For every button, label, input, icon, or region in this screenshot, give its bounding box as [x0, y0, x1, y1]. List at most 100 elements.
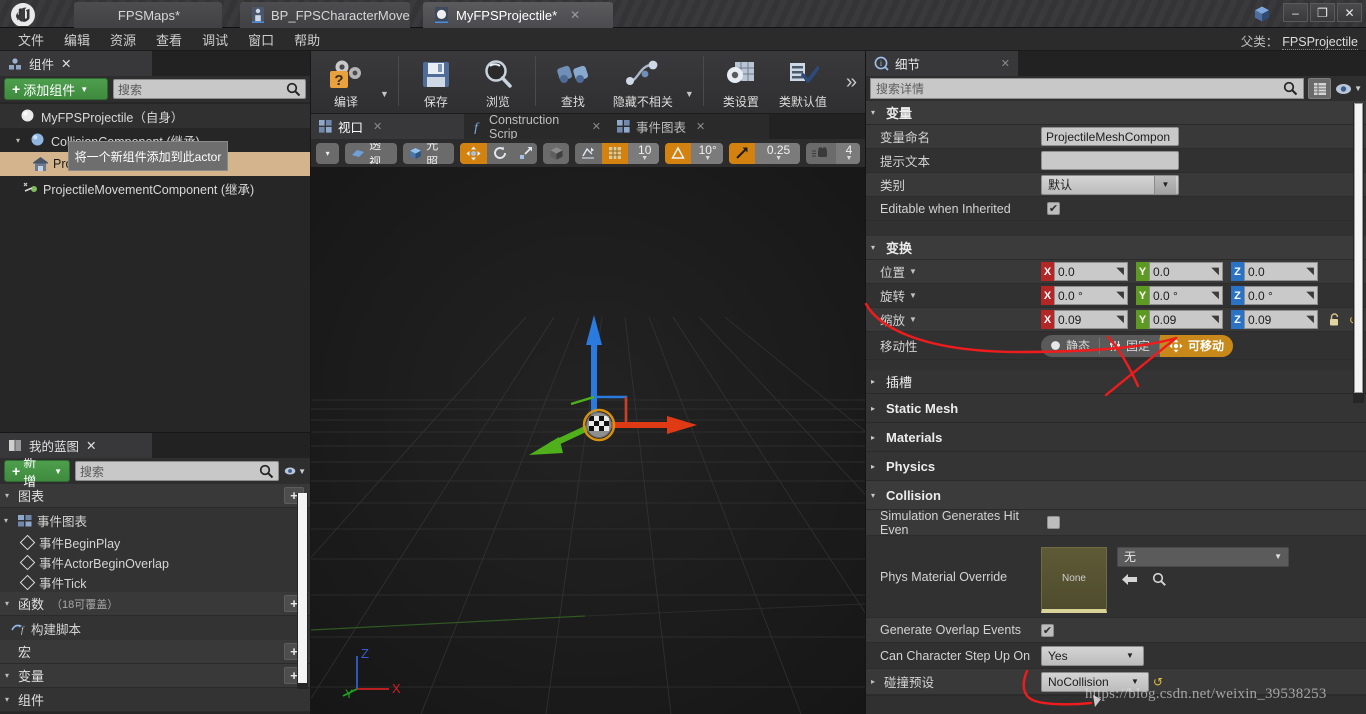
expander-icon[interactable]: ▾ [5, 671, 14, 680]
spinner-icon[interactable]: ◥ [1211, 314, 1219, 325]
surface-snap-icon[interactable] [575, 143, 602, 164]
mb-category-macros[interactable]: 宏 + [0, 640, 310, 664]
expander-icon[interactable]: ▸ [871, 677, 880, 686]
menu-item-edit[interactable]: 编辑 [54, 28, 100, 51]
class-settings-button[interactable]: 类设置 [710, 51, 772, 111]
rotation-z[interactable]: Z 0.0 ° ◥ [1231, 286, 1318, 305]
move-gizmo-icon[interactable] [460, 142, 488, 164]
rotate-gizmo-icon[interactable] [487, 143, 513, 164]
add-new-button[interactable]: + 新增 ▼ [4, 455, 70, 489]
location-z[interactable]: Z 0.0 ◥ [1231, 262, 1318, 281]
expander-icon[interactable]: ▸ [871, 433, 881, 442]
browse-button[interactable]: 浏览 [467, 51, 529, 111]
expander-icon[interactable]: ▾ [4, 516, 13, 525]
tree-row[interactable]: ProjectileMovementComponent (继承) [0, 176, 310, 200]
section-header-collision[interactable]: ▾ Collision [866, 481, 1366, 510]
mb-category-functions[interactable]: ▾ 函数 （18可覆盖） + [0, 592, 310, 616]
save-button[interactable]: 保存 [405, 51, 467, 111]
scrollbar-thumb[interactable] [1354, 103, 1363, 393]
window-tab-fpsmaps[interactable]: FPSMaps* [74, 2, 222, 28]
perspective-button[interactable]: 透视 [345, 142, 398, 164]
compile-button[interactable]: ? 编译 [315, 51, 377, 111]
toolbar-overflow-button[interactable]: » [846, 71, 865, 94]
tree-row[interactable]: MyFPSProjectile（自身） [0, 104, 310, 128]
spinner-icon[interactable]: ◥ [1306, 290, 1314, 301]
close-icon[interactable]: ✕ [592, 120, 601, 133]
phys-material-thumbnail[interactable]: None [1041, 546, 1107, 613]
angle-snap-value[interactable]: 10° ▼ [690, 142, 723, 164]
scale-gizmo-icon[interactable] [513, 143, 536, 164]
section-header-physics[interactable]: ▸ Physics [866, 452, 1366, 481]
section-header-sockets[interactable]: ▸ 插槽 [866, 370, 1366, 394]
tab-viewport[interactable]: 视口 ✕ [311, 114, 464, 139]
grid-snap-value[interactable]: 10 ▼ [627, 142, 659, 164]
scale-snap-icon[interactable] [728, 142, 755, 164]
angle-icon[interactable] [664, 142, 691, 164]
scale-y[interactable]: Y 0.09 ◥ [1136, 310, 1223, 329]
scale-x[interactable]: X 0.09 ◥ [1041, 310, 1128, 329]
phys-material-combo[interactable]: 无 ▼ [1117, 546, 1289, 567]
spinner-icon[interactable]: ◥ [1116, 290, 1124, 301]
category-combo[interactable]: 默认 ▼ [1041, 174, 1179, 195]
my-blueprint-scrollbar[interactable] [297, 493, 308, 689]
menu-item-assets[interactable]: 资源 [100, 28, 146, 51]
mb-category-components[interactable]: ▾ 组件 [0, 688, 310, 712]
menu-item-debug[interactable]: 调试 [192, 28, 238, 51]
editable-when-inherited-checkbox[interactable]: ✔ [1047, 202, 1060, 215]
tab-construction-script[interactable]: f Construction Scrip ✕ [464, 113, 609, 141]
expander-icon[interactable]: ▾ [5, 599, 14, 608]
reset-icon[interactable]: ↺ [1153, 675, 1163, 689]
tab-details[interactable]: i 细节 ✕ [866, 51, 1018, 76]
collision-preset-combo[interactable]: NoCollision ▼ [1041, 671, 1149, 692]
tooltip-text-input[interactable] [1041, 151, 1179, 170]
mb-item-event-actorbeginoverlap[interactable]: 事件ActorBeginOverlap [0, 552, 310, 572]
hide-unrelated-dropdown-icon[interactable]: ▼ [682, 89, 697, 99]
details-search-input[interactable]: 搜索详情 [870, 78, 1305, 99]
details-scrollbar[interactable] [1353, 103, 1364, 403]
section-header-materials[interactable]: ▸ Materials [866, 423, 1366, 452]
compile-dropdown-icon[interactable]: ▼ [377, 89, 392, 99]
grid-icon[interactable] [601, 142, 628, 164]
window-tab-bp-fpscharactermove[interactable]: BP_FPSCharacterMove ✕ [240, 2, 433, 28]
mb-item-event-tick[interactable]: 事件Tick [0, 572, 310, 592]
rotation-y[interactable]: Y 0.0 ° ◥ [1136, 286, 1223, 305]
mobility-static-option[interactable]: 静态 [1041, 335, 1099, 357]
spinner-icon[interactable]: ◥ [1211, 266, 1219, 277]
expander-icon[interactable]: ▾ [871, 491, 881, 500]
viewport-options-button[interactable]: ▾ [316, 142, 340, 164]
menu-item-help[interactable]: 帮助 [284, 28, 330, 51]
coordinate-space-button[interactable] [542, 142, 569, 164]
spinner-icon[interactable]: ◥ [1306, 266, 1314, 277]
scale-z[interactable]: Z 0.09 ◥ [1231, 310, 1318, 329]
expander-icon[interactable]: ▾ [871, 243, 881, 252]
scrollbar-thumb[interactable] [298, 493, 307, 683]
variable-name-input[interactable]: ProjectileMeshCompon [1041, 127, 1179, 146]
spinner-icon[interactable]: ◥ [1116, 314, 1124, 325]
close-icon[interactable]: ✕ [373, 120, 382, 133]
viewport-3d[interactable]: Z X Y [311, 167, 865, 714]
camera-icon[interactable] [806, 143, 836, 164]
expander-icon[interactable]: ▸ [871, 377, 881, 386]
lighting-button[interactable]: 光照 [403, 142, 455, 164]
spinner-icon[interactable]: ◥ [1211, 290, 1219, 301]
section-header-static-mesh[interactable]: ▸ Static Mesh [866, 394, 1366, 423]
maximize-button[interactable]: ❐ [1310, 3, 1335, 22]
components-search-input[interactable]: 搜索 [113, 79, 306, 99]
expander-icon[interactable]: ▾ [871, 108, 881, 117]
mobility-stationary-option[interactable]: 固定 [1100, 335, 1159, 357]
close-icon[interactable]: ✕ [696, 120, 705, 133]
menu-item-view[interactable]: 查看 [146, 28, 192, 51]
location-y[interactable]: Y 0.0 ◥ [1136, 262, 1223, 281]
transform-gizmo[interactable] [501, 297, 721, 487]
window-tab-myfpsprojectile[interactable]: MyFPSProjectile* ✕ [423, 2, 613, 28]
mobility-movable-option[interactable]: 可移动 [1160, 334, 1234, 357]
visibility-filter-button[interactable]: ▼ [284, 461, 306, 481]
close-icon[interactable]: ✕ [570, 8, 580, 22]
use-selected-asset-icon[interactable] [1121, 573, 1138, 586]
rotation-x[interactable]: X 0.0 ° ◥ [1041, 286, 1128, 305]
menu-item-window[interactable]: 窗口 [238, 28, 284, 51]
scale-lock-icon[interactable] [1328, 312, 1341, 327]
details-display-mode-button[interactable] [1308, 78, 1332, 99]
location-x[interactable]: X 0.0 ◥ [1041, 262, 1128, 281]
simulation-generates-hit-events-checkbox[interactable] [1047, 516, 1060, 529]
